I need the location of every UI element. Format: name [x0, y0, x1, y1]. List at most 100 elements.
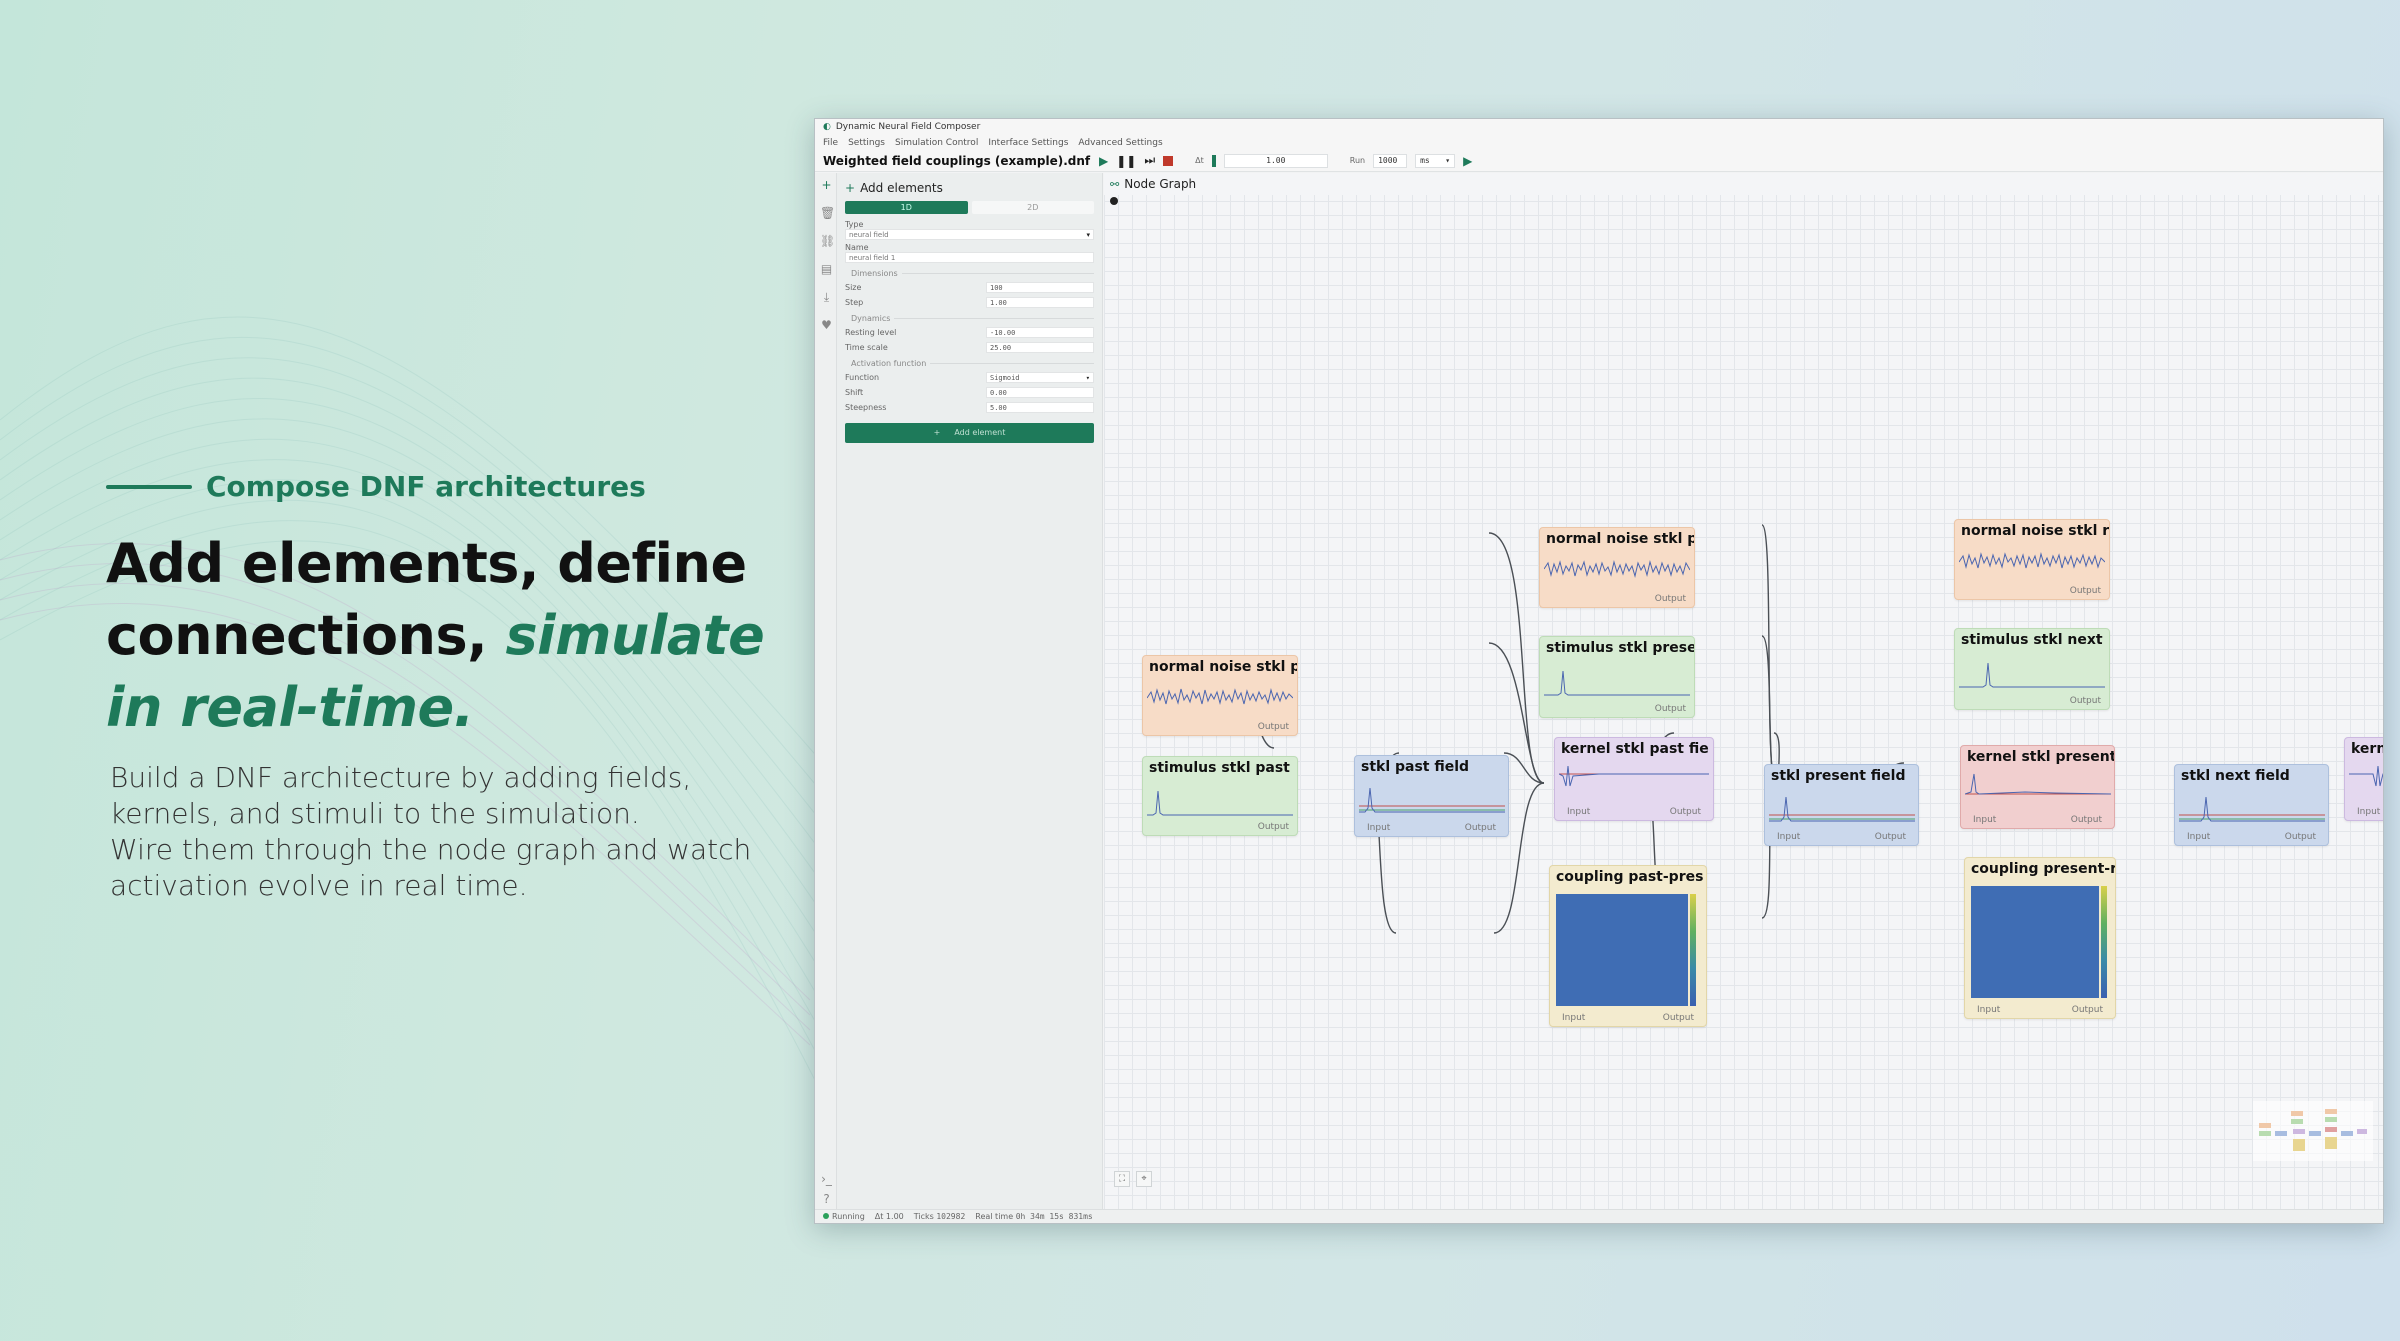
type-value: neural field — [849, 231, 889, 239]
port-input[interactable]: Input — [1567, 807, 1590, 817]
info-icon[interactable] — [1110, 197, 1118, 205]
noise-plot — [1147, 688, 1293, 705]
port-input[interactable]: Input — [1973, 815, 1996, 825]
tab-1d[interactable]: 1D — [845, 201, 968, 214]
node-noise-next[interactable]: normal noise stkl r Output — [1954, 519, 2110, 600]
add-element-button[interactable]: + Add element — [845, 423, 1094, 443]
node-noise-past[interactable]: normal noise stkl p Output — [1142, 655, 1298, 736]
port-output[interactable]: Output — [2072, 1005, 2103, 1015]
port-input[interactable]: Input — [1562, 1013, 1585, 1023]
name-value: neural field 1 — [849, 254, 896, 262]
port-output[interactable]: Output — [1655, 704, 1686, 714]
node-stimulus-past[interactable]: stimulus stkl past Output — [1142, 756, 1298, 836]
pause-icon[interactable]: ❚❚ — [1116, 154, 1136, 168]
time-scale-input[interactable]: 25.00 — [986, 342, 1094, 353]
port-output[interactable]: Output — [1670, 807, 1701, 817]
dt-slider-handle[interactable] — [1211, 154, 1216, 167]
menu-advanced-settings[interactable]: Advanced Settings — [1078, 138, 1162, 148]
node-noise-present[interactable]: normal noise stkl p Output — [1539, 527, 1695, 608]
status-running: Running — [823, 1212, 865, 1221]
headline-line-3: in real-time. — [106, 676, 474, 739]
node-field-next[interactable]: stkl next field Input Output — [2174, 764, 2329, 846]
center-view-icon[interactable]: ⌖ — [1136, 1171, 1152, 1187]
port-output[interactable]: Output — [1258, 822, 1289, 832]
minimap-node — [2293, 1129, 2305, 1134]
panel-header: + Add elements — [845, 181, 1094, 195]
node-kernel-next[interactable]: kernel stk Input — [2344, 737, 2383, 821]
link-icon[interactable]: ⛓ — [820, 235, 835, 248]
section-activation: Activation function — [851, 359, 1094, 368]
function-row: Function Sigmoid ▾ — [845, 372, 1094, 383]
stop-icon[interactable] — [1163, 155, 1174, 166]
minimap-node — [2325, 1117, 2337, 1122]
port-output[interactable]: Output — [2070, 586, 2101, 596]
type-select[interactable]: neural field ▾ — [845, 229, 1094, 240]
port-output[interactable]: Output — [1258, 722, 1289, 732]
port-output[interactable]: Output — [2070, 696, 2101, 706]
graph-title: Node Graph — [1124, 177, 1197, 191]
node-coupling-past-present[interactable]: coupling past-pres Input Output — [1549, 865, 1707, 1027]
document-icon[interactable]: ▤ — [820, 263, 833, 276]
port-input[interactable]: Input — [2187, 832, 2210, 842]
tab-2d[interactable]: 2D — [971, 201, 1094, 214]
port-output[interactable]: Output — [2285, 832, 2316, 842]
play-icon[interactable]: ▶ — [1099, 154, 1108, 168]
menu-settings[interactable]: Settings — [848, 138, 885, 148]
help-icon[interactable]: ? — [820, 1193, 833, 1206]
function-select[interactable]: Sigmoid ▾ — [986, 372, 1094, 383]
run-unit-value: ms — [1420, 156, 1430, 165]
download-icon[interactable]: ⤓ — [820, 291, 833, 304]
steepness-row: Steepness 5.00 — [845, 402, 1094, 413]
terminal-icon[interactable]: ›_ — [820, 1173, 833, 1186]
port-output[interactable]: Output — [1655, 594, 1686, 604]
running-indicator-icon — [823, 1213, 829, 1219]
port-input[interactable]: Input — [2357, 807, 2380, 817]
minimap[interactable] — [2253, 1101, 2373, 1161]
port-input[interactable]: Input — [1777, 832, 1800, 842]
port-output[interactable]: Output — [1663, 1013, 1694, 1023]
dt-input[interactable]: 1.00 — [1223, 153, 1328, 168]
node-title: stkl next field — [2181, 768, 2290, 784]
chevron-down-icon: ▾ — [1085, 374, 1090, 382]
trash-icon[interactable]: 🗑 — [820, 207, 835, 220]
port-output[interactable]: Output — [2071, 815, 2102, 825]
plus-icon: + — [845, 181, 856, 195]
node-kernel-present[interactable]: kernel stkl present Input Output — [1960, 745, 2115, 829]
node-field-past[interactable]: stkl past field Input Output — [1354, 755, 1509, 837]
size-input[interactable]: 100 — [986, 282, 1094, 293]
shift-input[interactable]: 0.00 — [986, 387, 1094, 398]
field-plot — [2179, 796, 2325, 822]
chevron-down-icon: ▾ — [1445, 156, 1451, 165]
menu-simulation-control[interactable]: Simulation Control — [895, 138, 978, 148]
node-coupling-present-next[interactable]: coupling present-r Input Output — [1964, 857, 2116, 1019]
port-output[interactable]: Output — [1875, 832, 1906, 842]
node-field-present[interactable]: stkl present field Input Output — [1764, 764, 1919, 846]
node-stimulus-present[interactable]: stimulus stkl prese Output — [1539, 636, 1695, 718]
menu-file[interactable]: File — [823, 138, 838, 148]
node-kernel-past[interactable]: kernel stkl past fie Input Output — [1554, 737, 1714, 821]
headline-accent-simulate: simulate — [505, 604, 765, 667]
step-input[interactable]: 1.00 — [986, 297, 1094, 308]
node-stimulus-next[interactable]: stimulus stkl next Output — [1954, 628, 2110, 710]
fit-view-icon[interactable]: ⛶ — [1114, 1171, 1130, 1187]
run-unit-select[interactable]: ms ▾ — [1415, 153, 1456, 168]
resting-level-label: Resting level — [845, 328, 897, 337]
node-title: kernel stkl present — [1967, 749, 2114, 765]
port-input[interactable]: Input — [1977, 1005, 2000, 1015]
node-graph-canvas[interactable]: ⚯ Node Graph normal noise stkl p Output … — [1104, 173, 2383, 1213]
port-output[interactable]: Output — [1465, 823, 1496, 833]
resting-level-input[interactable]: -10.00 — [986, 327, 1094, 338]
body-line-4: activation evolve in real time. — [110, 869, 528, 902]
run-duration-input[interactable]: 1000 — [1373, 153, 1408, 168]
add-icon[interactable]: + — [820, 179, 833, 192]
stimulus-plot — [1959, 662, 2105, 688]
port-input[interactable]: Input — [1367, 823, 1390, 833]
menu-interface-settings[interactable]: Interface Settings — [988, 138, 1068, 148]
steepness-input[interactable]: 5.00 — [986, 402, 1094, 413]
run-play-icon[interactable]: ▶ — [1463, 154, 1472, 168]
add-elements-panel: + Add elements 1D 2D Type neural field ▾ … — [837, 173, 1103, 1213]
app-window: ◐ Dynamic Neural Field Composer File Set… — [814, 118, 2384, 1224]
step-forward-icon[interactable]: ⏭ — [1144, 153, 1155, 168]
heart-pulse-icon[interactable]: ♥ — [820, 319, 833, 332]
name-input[interactable]: neural field 1 — [845, 252, 1094, 263]
